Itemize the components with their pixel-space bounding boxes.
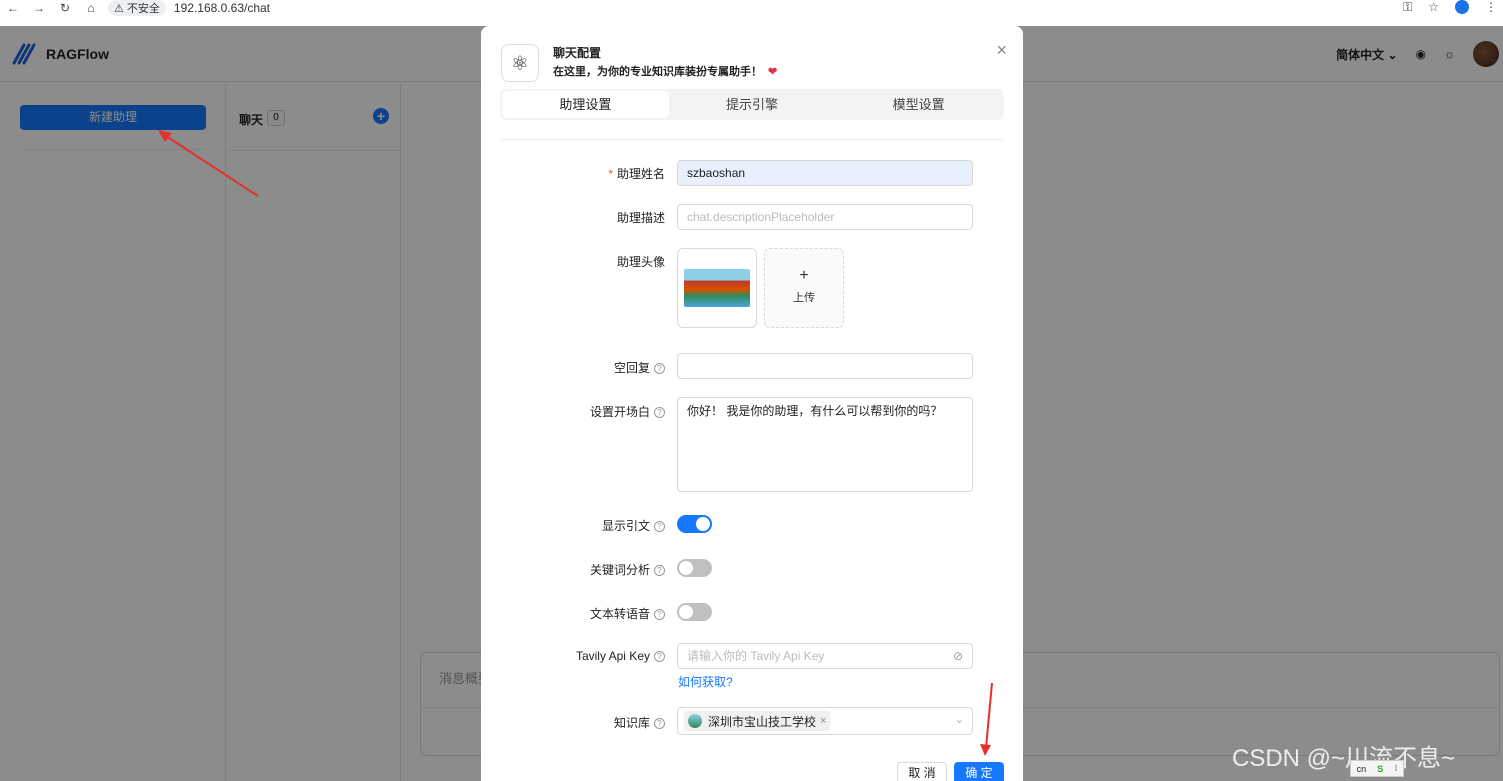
help-icon[interactable]: ?: [654, 718, 665, 729]
avatar-preview[interactable]: [677, 248, 757, 328]
settings-tabs: 助理设置 提示引擎 模型设置: [500, 89, 1004, 120]
tavily-label: Tavily Api Key?: [481, 649, 665, 663]
kb-select[interactable]: 深圳市宝山技工学校 × ⌄: [677, 707, 973, 735]
sogou-icon: S: [1377, 763, 1384, 774]
cancel-button[interactable]: 取 消: [897, 762, 947, 781]
eye-hidden-icon[interactable]: ⊘: [953, 644, 963, 668]
how-to-get-link[interactable]: 如何获取?: [678, 673, 733, 690]
ime-menu-icon: ⁝: [1394, 763, 1398, 773]
help-icon[interactable]: ?: [654, 407, 665, 418]
confirm-button[interactable]: 确 定: [954, 762, 1004, 781]
help-icon[interactable]: ?: [654, 363, 665, 374]
ime-indicator[interactable]: cn S ⁝: [1350, 760, 1404, 777]
kb-label: 知识库?: [481, 714, 665, 731]
profile-icon[interactable]: [1455, 0, 1469, 14]
heart-icon: ❤: [768, 66, 778, 78]
tavily-key-input[interactable]: 请输入你的 Tavily Api Key ⊘: [677, 643, 973, 669]
chevron-down-icon: ⌄: [954, 714, 964, 726]
reload-icon[interactable]: ↻: [52, 1, 78, 15]
tts-switch[interactable]: [677, 603, 712, 621]
kb-tag: 深圳市宝山技工学校 ×: [684, 711, 831, 731]
star-icon[interactable]: ☆: [1428, 0, 1439, 15]
tab-prompt-engine[interactable]: 提示引擎: [669, 91, 836, 118]
modal-title: 聊天配置: [553, 46, 602, 60]
divider: [500, 139, 1004, 140]
assistant-desc-label: 助理描述: [616, 211, 665, 225]
tab-model-settings[interactable]: 模型设置: [835, 91, 1002, 118]
forward-icon[interactable]: →: [26, 1, 52, 15]
opener-label: 设置开场白?: [481, 403, 665, 420]
empty-reply-label: 空回复?: [481, 359, 665, 376]
avatar-image: [684, 269, 750, 307]
empty-reply-input[interactable]: [677, 353, 973, 379]
show-quote-label: 显示引文?: [481, 517, 665, 534]
url-text[interactable]: 192.168.0.63/chat: [174, 1, 270, 15]
more-icon[interactable]: ⋮: [1485, 0, 1497, 15]
plus-icon: +: [799, 267, 809, 284]
kb-tag-label: 深圳市宝山技工学校: [708, 714, 817, 729]
browser-toolbar: ← → ↻ ⌂ ⚠ 不安全 192.168.0.63/chat ⚿ ☆ ⋮: [0, 0, 1503, 16]
show-quote-switch[interactable]: [677, 515, 712, 533]
home-icon[interactable]: ⌂: [78, 1, 104, 15]
help-icon[interactable]: ?: [654, 609, 665, 620]
ime-label: cn: [1356, 763, 1367, 774]
avatar-upload-button[interactable]: + 上传: [764, 248, 844, 328]
warning-icon: ⚠: [114, 2, 127, 15]
opener-textarea[interactable]: 你好！ 我是你的助理，有什么可以帮到你的吗？: [677, 397, 973, 492]
keyword-label: 关键词分析?: [481, 561, 665, 578]
modal-subtitle: 在这里，为你的专业知识库装扮专属助手！ ❤: [553, 66, 778, 78]
atom-icon: ⚛: [501, 44, 539, 82]
chat-config-modal: ⚛ 聊天配置 在这里，为你的专业知识库装扮专属助手！ ❤ × 助理设置 提示引擎 …: [481, 26, 1023, 781]
close-icon[interactable]: ×: [820, 715, 826, 727]
key-icon[interactable]: ⚿: [1403, 0, 1412, 15]
upload-label: 上传: [793, 292, 815, 304]
watermark: CSDN @~川流不息~: [1232, 745, 1456, 772]
security-chip[interactable]: ⚠ 不安全: [108, 0, 166, 16]
help-icon[interactable]: ?: [654, 521, 665, 532]
keyword-switch[interactable]: [677, 559, 712, 577]
back-icon[interactable]: ←: [0, 1, 26, 15]
assistant-avatar-label: 助理头像: [616, 255, 665, 269]
assistant-name-input[interactable]: szbaoshan: [677, 160, 973, 186]
tab-assistant-settings[interactable]: 助理设置: [502, 91, 669, 118]
assistant-desc-input[interactable]: chat.descriptionPlaceholder: [677, 204, 973, 230]
tts-label: 文本转语音?: [481, 605, 665, 622]
kb-avatar: [688, 714, 702, 728]
assistant-name-label: * 助理姓名: [608, 167, 665, 181]
help-icon[interactable]: ?: [654, 651, 665, 662]
help-icon[interactable]: ?: [654, 565, 665, 576]
close-icon[interactable]: ×: [996, 40, 1007, 61]
security-label: 不安全: [126, 3, 160, 15]
